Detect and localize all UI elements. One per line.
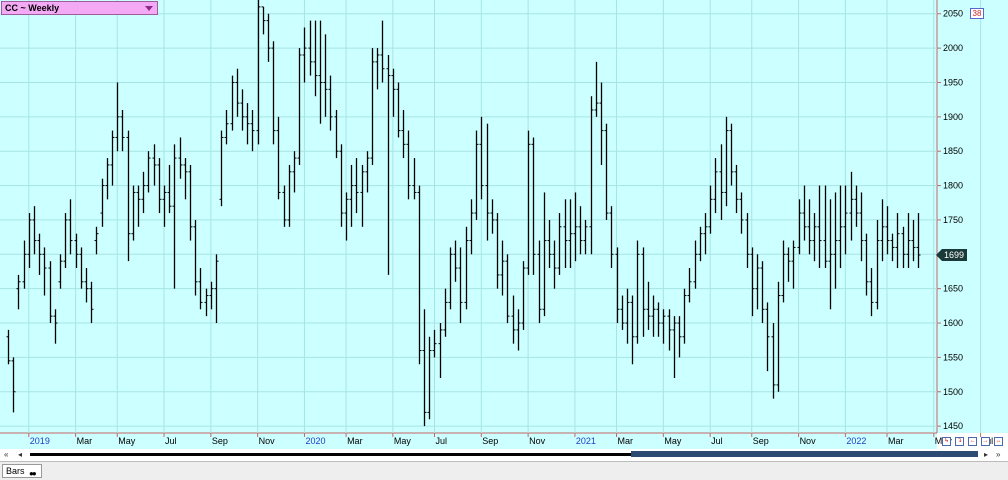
price-tick-label: 1900 xyxy=(943,112,963,122)
price-tick-label: 1450 xyxy=(943,421,963,431)
scroll-back-icon[interactable]: ◂ xyxy=(18,449,22,460)
arrow-left-icon: ← xyxy=(969,438,976,444)
price-tick-label: 1550 xyxy=(943,352,963,362)
price-tick-label: 1650 xyxy=(943,284,963,294)
horizontal-scrollbar[interactable]: « ◂ ▸ » xyxy=(0,449,1008,460)
time-tick-label: May xyxy=(664,436,682,446)
time-axis-background xyxy=(0,433,937,449)
scroll-last-icon[interactable]: » xyxy=(996,449,1000,460)
chart-title-dropdown[interactable]: CC ~ Weekly xyxy=(1,1,158,15)
fit-button[interactable]: ↔ xyxy=(994,437,1003,446)
scale-toggle-label: 38 xyxy=(972,9,982,18)
chart-title: CC ~ Weekly xyxy=(5,3,60,13)
zoom-in-button[interactable]: ↴ xyxy=(955,437,964,446)
time-tick-label: Jul xyxy=(165,436,177,446)
time-tick-label: Nov xyxy=(529,436,546,446)
time-tick-label: Nov xyxy=(800,436,817,446)
bars-tab-label: Bars xyxy=(6,466,25,476)
chart-area[interactable]: 1450150015501600165017001750180018501900… xyxy=(0,0,1008,480)
price-tick-label: 2050 xyxy=(943,9,963,19)
price-tick-label: 1850 xyxy=(943,146,963,156)
price-tick-label: 1600 xyxy=(943,318,963,328)
time-tick-label: Mar xyxy=(888,436,904,446)
time-tick-label: Nov xyxy=(259,436,276,446)
scroll-right-button[interactable]: → xyxy=(981,437,990,446)
scale-toggle-button[interactable]: 38 xyxy=(970,8,984,19)
zoom-in-icon: ↴ xyxy=(956,438,963,444)
price-chart[interactable]: 1450150015501600165017001750180018501900… xyxy=(0,0,1008,480)
time-tick-label: 2021 xyxy=(576,436,596,446)
price-tick-label: 1750 xyxy=(943,215,963,225)
time-tick-label: Jul xyxy=(435,436,447,446)
price-tick-label: 2000 xyxy=(943,43,963,53)
time-tick-label: 2020 xyxy=(305,436,325,446)
last-price-label: 1699 xyxy=(944,250,964,260)
scroll-left-button[interactable]: ← xyxy=(968,437,977,446)
time-tick-label: Mar xyxy=(618,436,634,446)
bars-tab[interactable]: Bars ●● xyxy=(2,464,42,478)
bottom-tab-bar: Bars ●● xyxy=(0,461,1008,480)
zoom-out-icon: ↳ xyxy=(943,438,950,444)
arrow-right-icon: → xyxy=(982,438,989,444)
scroll-thumb[interactable] xyxy=(631,451,978,457)
time-tick-label: 2022 xyxy=(846,436,866,446)
time-tick-label: Mar xyxy=(347,436,363,446)
last-price-tag: 1699 xyxy=(936,248,967,261)
scroll-forward-icon[interactable]: ▸ xyxy=(984,449,988,460)
link-icon: ●● xyxy=(29,469,37,478)
plot-background xyxy=(0,0,937,433)
time-tick-label: May xyxy=(118,436,136,446)
price-tick-label: 1950 xyxy=(943,77,963,87)
price-tick-label: 1500 xyxy=(943,387,963,397)
price-tick-label: 1800 xyxy=(943,181,963,191)
scroll-first-icon[interactable]: « xyxy=(4,449,8,460)
time-tick-label: Jul xyxy=(711,436,723,446)
time-tick-label: Sep xyxy=(482,436,498,446)
time-tick-label: Sep xyxy=(753,436,769,446)
dropdown-arrow-icon xyxy=(145,6,153,11)
time-tick-label: 2019 xyxy=(30,436,50,446)
time-tick-label: May xyxy=(394,436,412,446)
time-tick-label: Mar xyxy=(77,436,93,446)
zoom-out-button[interactable]: ↳ xyxy=(942,437,951,446)
time-tick-label: Sep xyxy=(212,436,228,446)
fit-icon: ↔ xyxy=(995,438,1002,444)
